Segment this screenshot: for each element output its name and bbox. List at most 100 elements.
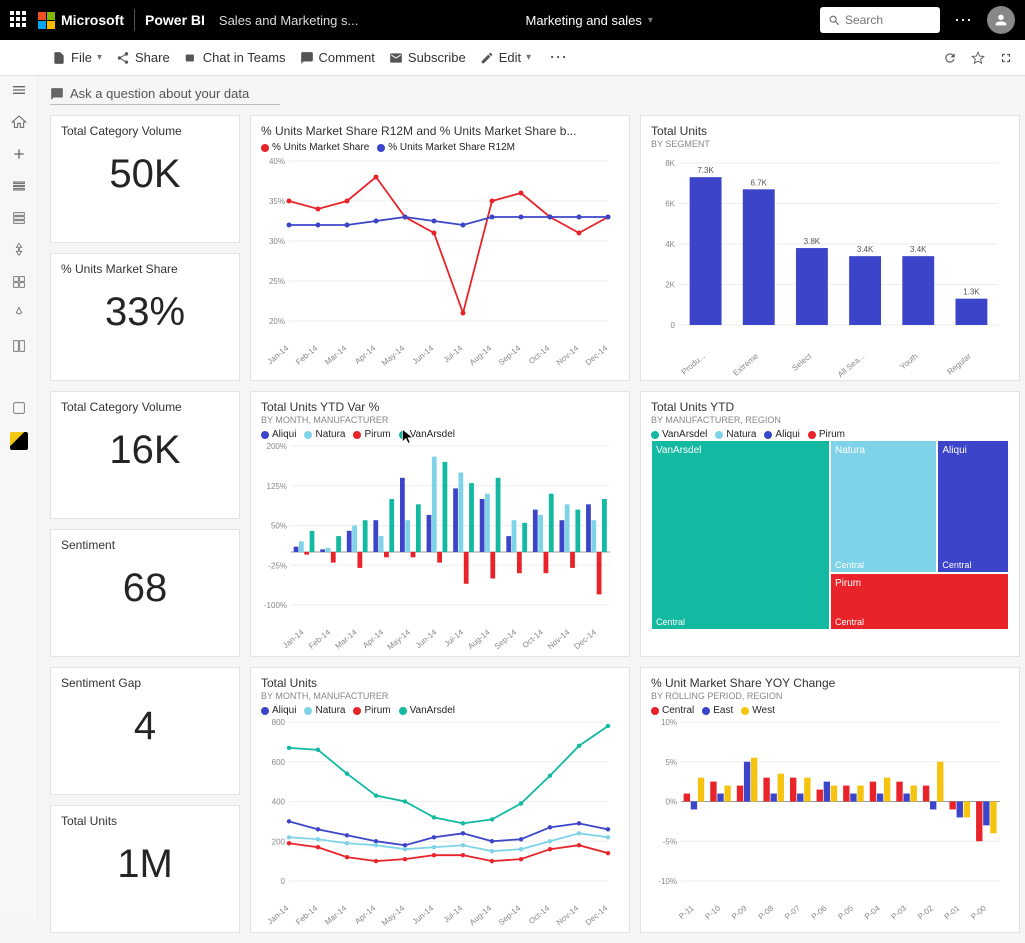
chevron-down-icon: ▾ <box>526 52 531 63</box>
svg-text:800: 800 <box>272 718 286 727</box>
kpi-sentiment[interactable]: Sentiment 68 <box>50 529 240 657</box>
file-menu[interactable]: File▾ <box>52 50 102 65</box>
plus-icon[interactable] <box>11 146 27 162</box>
learn-icon[interactable] <box>11 338 27 354</box>
page-title-dropdown[interactable]: Marketing and sales ▾ <box>368 13 810 28</box>
qna-input[interactable]: Ask a question about your data <box>50 86 280 105</box>
tile-subtitle: BY MANUFACTURER, REGION <box>651 415 1009 425</box>
svg-text:20%: 20% <box>269 317 285 326</box>
kpi-total-category-volume-1[interactable]: Total Category Volume 50K <box>50 115 240 243</box>
chart-yoy-change[interactable]: % Unit Market Share YOY Change BY ROLLIN… <box>640 667 1020 933</box>
svg-text:200%: 200% <box>267 442 287 451</box>
svg-text:6K: 6K <box>665 200 675 209</box>
metrics-icon[interactable] <box>11 242 27 258</box>
toolbar-more-icon[interactable]: ⋯ <box>545 47 572 68</box>
svg-text:30%: 30% <box>269 237 285 246</box>
app-launcher-icon[interactable] <box>10 11 28 29</box>
chart-market-share-line[interactable]: % Units Market Share R12M and % Units Ma… <box>250 115 630 381</box>
tile-title: % Units Market Share <box>61 262 229 276</box>
tile-title: Total Category Volume <box>61 400 229 414</box>
tile-subtitle: BY ROLLING PERIOD, REGION <box>651 691 1009 701</box>
search-box[interactable] <box>820 7 940 33</box>
refresh-icon[interactable] <box>943 51 957 65</box>
more-menu-icon[interactable]: ⋯ <box>950 10 977 31</box>
chart-total-units-segment[interactable]: Total Units BY SEGMENT 02K4K6K8K7.3K6.7K… <box>640 115 1020 381</box>
chat-teams-button[interactable]: Chat in Teams <box>184 50 286 65</box>
svg-text:Oct-14: Oct-14 <box>527 903 552 926</box>
kpi-total-units[interactable]: Total Units 1M <box>50 805 240 933</box>
svg-text:-25%: -25% <box>268 561 287 570</box>
dashboard-content: Ask a question about your data Total Cat… <box>38 76 1025 943</box>
tile-title: Total Units <box>651 124 1009 138</box>
svg-text:Extreme: Extreme <box>731 351 760 377</box>
kpi-total-category-volume-2[interactable]: Total Category Volume 16K <box>50 391 240 519</box>
tile-title: % Units Market Share R12M and % Units Ma… <box>261 124 619 138</box>
share-icon <box>116 51 130 65</box>
kpi-value: 16K <box>61 414 229 487</box>
svg-text:400: 400 <box>272 798 286 807</box>
bar-chart-svg: 02K4K6K8K7.3K6.7K3.8K3.4K3.4K1.3KProdu..… <box>651 149 1006 359</box>
page-title: Marketing and sales <box>526 13 642 28</box>
workspace-crumb[interactable]: Sales and Marketing s... <box>219 13 358 28</box>
tile-title: Total Category Volume <box>61 124 229 138</box>
microsoft-text: Microsoft <box>61 12 124 28</box>
kpi-value: 33% <box>61 276 229 349</box>
microsoft-logo: Microsoft <box>38 12 124 29</box>
data-hub-icon[interactable] <box>11 210 27 226</box>
home-icon[interactable] <box>11 114 27 130</box>
toolbar: File▾ Share Chat in Teams Comment Subscr… <box>0 40 1025 76</box>
svg-text:5%: 5% <box>665 758 677 767</box>
chart-legend: Aliqui Natura Pirum VanArsdel <box>261 705 619 716</box>
search-input[interactable] <box>845 13 925 27</box>
svg-text:Sep-14: Sep-14 <box>497 343 523 367</box>
deployment-icon[interactable] <box>11 306 27 322</box>
kpi-value: 1M <box>61 828 229 901</box>
browse-icon[interactable] <box>11 178 27 194</box>
svg-text:Jun-14: Jun-14 <box>414 627 439 650</box>
fullscreen-icon[interactable] <box>999 51 1013 65</box>
star-icon[interactable] <box>971 51 985 65</box>
left-nav-rail <box>0 76 38 919</box>
chart-ytd-treemap[interactable]: Total Units YTD BY MANUFACTURER, REGION … <box>640 391 1020 657</box>
workspaces-icon[interactable] <box>11 400 27 416</box>
svg-text:Youth: Youth <box>898 352 919 372</box>
svg-text:Nov-14: Nov-14 <box>555 903 581 927</box>
kpi-sentiment-gap[interactable]: Sentiment Gap 4 <box>50 667 240 795</box>
edit-button[interactable]: Edit▾ <box>480 50 531 65</box>
tile-subtitle: BY SEGMENT <box>651 139 1009 149</box>
svg-text:25%: 25% <box>269 277 285 286</box>
workspace-badge-icon[interactable] <box>10 432 28 450</box>
svg-text:Aug-14: Aug-14 <box>466 627 492 651</box>
share-button[interactable]: Share <box>116 50 170 65</box>
qna-placeholder: Ask a question about your data <box>70 86 249 101</box>
comment-icon <box>300 51 314 65</box>
svg-text:0%: 0% <box>665 798 677 807</box>
comment-button[interactable]: Comment <box>300 50 375 65</box>
svg-text:2K: 2K <box>665 281 675 290</box>
avatar[interactable] <box>987 6 1015 34</box>
svg-text:Jan-14: Jan-14 <box>266 903 291 926</box>
svg-text:50%: 50% <box>271 522 287 531</box>
chart-legend: Central East West <box>651 705 1009 716</box>
svg-text:P-11: P-11 <box>677 903 696 921</box>
chart-total-units-line[interactable]: Total Units BY MONTH, MANUFACTURER Aliqu… <box>250 667 630 933</box>
svg-text:Mar-14: Mar-14 <box>334 627 360 651</box>
svg-text:Jun-14: Jun-14 <box>411 903 436 926</box>
svg-text:-100%: -100% <box>264 601 287 610</box>
chart-legend: Aliqui Natura Pirum VanArsdel <box>261 429 619 440</box>
chevron-down-icon: ▾ <box>97 52 102 63</box>
svg-text:Apr-14: Apr-14 <box>361 627 386 650</box>
subscribe-button[interactable]: Subscribe <box>389 50 466 65</box>
svg-text:0: 0 <box>671 321 676 330</box>
chart-ytd-var[interactable]: Total Units YTD Var % BY MONTH, MANUFACT… <box>250 391 630 657</box>
apps-icon[interactable] <box>11 274 27 290</box>
svg-text:7.3K: 7.3K <box>697 166 714 175</box>
kpi-units-market-share[interactable]: % Units Market Share 33% <box>50 253 240 381</box>
product-name[interactable]: Power BI <box>145 12 205 28</box>
line-chart-svg: 0200400600800Jan-14Feb-14Mar-14Apr-14May… <box>261 716 616 911</box>
svg-text:125%: 125% <box>267 482 287 491</box>
svg-text:10%: 10% <box>661 718 677 727</box>
tile-title: Sentiment Gap <box>61 676 229 690</box>
grouped-bar-chart-svg: -100%-25%50%125%200%Jan-14Feb-14Mar-14Ap… <box>261 440 616 635</box>
hamburger-icon[interactable] <box>11 82 27 98</box>
